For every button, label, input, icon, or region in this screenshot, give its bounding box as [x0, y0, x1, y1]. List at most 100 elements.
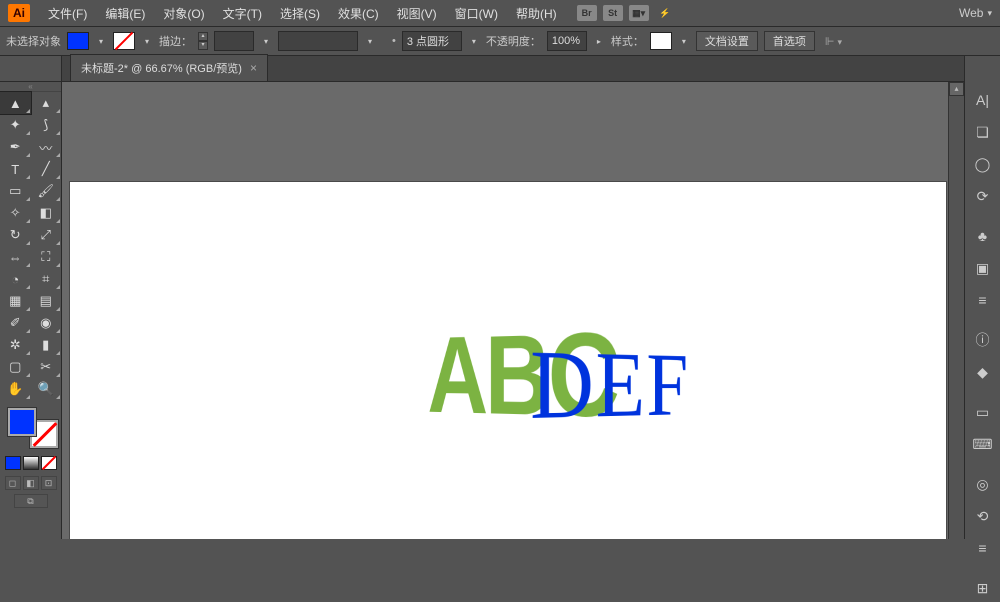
- paintbrush-tool[interactable]: 🖌: [31, 180, 62, 202]
- menu-edit[interactable]: 编辑(E): [97, 2, 153, 25]
- direct-selection-tool[interactable]: ▴: [31, 92, 62, 114]
- menu-window[interactable]: 窗口(W): [447, 2, 506, 25]
- panel-icon-19[interactable]: ⊞: [965, 574, 1000, 602]
- artboard[interactable]: ABC DEF: [70, 182, 946, 539]
- draw-inside-icon[interactable]: ⊡: [41, 476, 57, 490]
- panel-separator: [965, 314, 1000, 322]
- screen-mode-icon[interactable]: ⧉: [14, 494, 48, 508]
- menu-type[interactable]: 文字(T): [215, 2, 270, 25]
- panel-icon-5[interactable]: ♣: [965, 222, 1000, 250]
- slice-tool[interactable]: ✂: [31, 356, 62, 378]
- draw-mode-row: ◻ ◧ ⊡: [0, 474, 61, 492]
- toolbox: ▲▴✦⟆✒〰T╱▭🖌✧◧↻⤢⇔⛶◔⌗▦▤✐◉✲▮▢✂✋🔍 ◻ ◧ ⊡ ⧉: [0, 82, 62, 539]
- rotate-tool[interactable]: ↻: [0, 224, 31, 246]
- toolbox-collapse-icon[interactable]: [0, 82, 61, 92]
- menu-view[interactable]: 视图(V): [389, 2, 445, 25]
- menu-object[interactable]: 对象(O): [155, 2, 212, 25]
- document-setup-button[interactable]: 文档设置: [696, 31, 758, 51]
- panel-icon-16[interactable]: ⟲: [965, 502, 1000, 530]
- eyedropper-tool[interactable]: ✐: [0, 312, 31, 334]
- draw-behind-icon[interactable]: ◧: [23, 476, 39, 490]
- stroke-weight-input[interactable]: [214, 31, 254, 51]
- style-label: 样式：: [611, 33, 644, 49]
- free-transform-tool[interactable]: ⛶: [31, 246, 62, 268]
- fill-color-swatch[interactable]: [8, 408, 36, 436]
- panel-icon-3[interactable]: ⟳: [965, 182, 1000, 210]
- fill-swatch[interactable]: [67, 32, 89, 50]
- mesh-tool[interactable]: ▦: [0, 290, 31, 312]
- menu-help[interactable]: 帮助(H): [508, 2, 565, 25]
- menu-select[interactable]: 选择(S): [272, 2, 328, 25]
- panel-icon-15[interactable]: ◎: [965, 470, 1000, 498]
- close-tab-icon[interactable]: ×: [250, 61, 257, 75]
- zoom-tool[interactable]: 🔍: [31, 378, 62, 400]
- graphic-style-swatch[interactable]: [650, 32, 672, 50]
- document-tab-title: 未标题-2* @ 66.67% (RGB/预览): [81, 60, 242, 76]
- selection-tool[interactable]: ▲: [0, 92, 31, 114]
- scale-tool[interactable]: ⤢: [31, 224, 62, 246]
- brush-definition-input[interactable]: [402, 31, 462, 51]
- pen-tool[interactable]: ✒: [0, 136, 31, 158]
- brush-profile-input[interactable]: [278, 31, 358, 51]
- draw-normal-icon[interactable]: ◻: [5, 476, 21, 490]
- type-tool[interactable]: T: [0, 158, 31, 180]
- column-graph-tool[interactable]: ▮: [31, 334, 62, 356]
- canvas-text-def[interactable]: DEF: [530, 327, 690, 442]
- rectangle-tool[interactable]: ▭: [0, 180, 31, 202]
- panel-icon-2[interactable]: ◯: [965, 150, 1000, 178]
- magic-wand-tool[interactable]: ✦: [0, 114, 31, 136]
- align-icon[interactable]: ⊩ ▾: [825, 35, 842, 48]
- document-tab-bar: 未标题-2* @ 66.67% (RGB/预览) ×: [0, 56, 1000, 82]
- stroke-dropdown-icon[interactable]: ▾: [141, 33, 153, 49]
- panel-icon-9[interactable]: ⓘ: [965, 326, 1000, 354]
- vertical-scrollbar[interactable]: ▴: [948, 82, 964, 539]
- eraser-tool[interactable]: ◧: [31, 202, 62, 224]
- color-mode-none[interactable]: [41, 456, 57, 470]
- shape-builder-tool[interactable]: ◔: [0, 268, 31, 290]
- panel-icon-7[interactable]: ≡: [965, 286, 1000, 314]
- arrange-docs-icon[interactable]: ▦▾: [629, 5, 649, 21]
- panel-icon-12[interactable]: ▭: [965, 398, 1000, 426]
- panel-icon-1[interactable]: ❏: [965, 118, 1000, 146]
- panel-icon-10[interactable]: ◆: [965, 358, 1000, 386]
- panel-separator: [965, 386, 1000, 394]
- line-tool[interactable]: ╱: [31, 158, 62, 180]
- canvas-viewport[interactable]: ABC DEF ▴: [62, 82, 964, 539]
- menu-bridge-group: Br St ▦▾ ⚡: [577, 5, 675, 21]
- curvature-tool[interactable]: 〰: [31, 136, 62, 158]
- document-tab[interactable]: 未标题-2* @ 66.67% (RGB/预览) ×: [70, 54, 268, 81]
- opacity-input[interactable]: [547, 31, 587, 51]
- workspace-switcher[interactable]: Web▾: [959, 6, 992, 20]
- hand-tool[interactable]: ✋: [0, 378, 31, 400]
- panel-icon-13[interactable]: ⌨: [965, 430, 1000, 458]
- lasso-tool[interactable]: ⟆: [31, 114, 62, 136]
- blend-tool[interactable]: ◉: [31, 312, 62, 334]
- menu-file[interactable]: 文件(F): [40, 2, 95, 25]
- perspective-grid-tool[interactable]: ⌗: [31, 268, 62, 290]
- panel-icon-6[interactable]: ▣: [965, 254, 1000, 282]
- color-mode-solid[interactable]: [5, 456, 21, 470]
- gpu-icon[interactable]: ⚡: [655, 5, 675, 21]
- panel-icon-17[interactable]: ≡: [965, 534, 1000, 562]
- stock-icon[interactable]: St: [603, 5, 623, 21]
- color-mode-row: [0, 452, 61, 474]
- width-tool[interactable]: ⇔: [0, 246, 31, 268]
- bridge-icon[interactable]: Br: [577, 5, 597, 21]
- color-mode-gradient[interactable]: [23, 456, 39, 470]
- ruler-corner: [0, 56, 62, 82]
- stroke-weight-spinner[interactable]: ▴▾: [198, 32, 208, 50]
- preferences-button[interactable]: 首选项: [764, 31, 815, 51]
- symbol-sprayer-tool[interactable]: ✲: [0, 334, 31, 356]
- selection-status-label: 未选择对象: [6, 33, 61, 49]
- stroke-swatch[interactable]: [113, 32, 135, 50]
- opacity-dd-icon[interactable]: ▸: [593, 33, 605, 49]
- menu-effect[interactable]: 效果(C): [330, 2, 387, 25]
- shaper-tool[interactable]: ✧: [0, 202, 31, 224]
- scroll-up-icon[interactable]: ▴: [949, 82, 964, 96]
- fill-dropdown-icon[interactable]: ▾: [95, 33, 107, 49]
- stroke-label: 描边：: [159, 33, 192, 49]
- artboard-tool[interactable]: ▢: [0, 356, 31, 378]
- panel-icon-0[interactable]: A|: [965, 86, 1000, 114]
- gradient-tool[interactable]: ▤: [31, 290, 62, 312]
- work-area: ABC DEF ▴: [62, 82, 964, 539]
